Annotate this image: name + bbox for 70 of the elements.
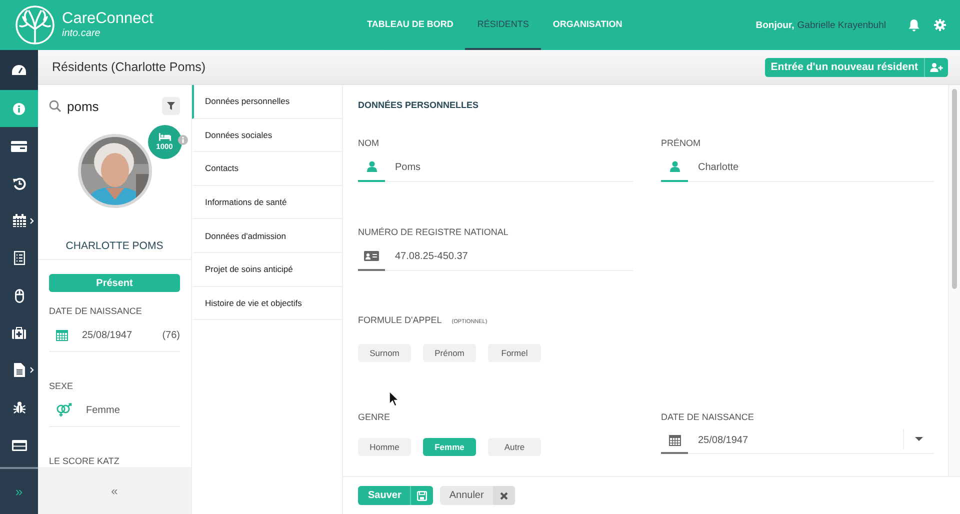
option-button[interactable]: Surnom xyxy=(358,344,411,362)
search-field[interactable]: poms xyxy=(67,98,147,114)
close-icon xyxy=(500,492,508,500)
save-icon xyxy=(417,490,428,500)
resident-name: CHARLOTTE POMS xyxy=(64,240,164,252)
medical-kit-icon xyxy=(12,327,26,340)
field-label: GENRE xyxy=(358,412,392,422)
field-value: 25/08/1947 xyxy=(82,330,132,340)
section-tab[interactable]: Informations de santé xyxy=(192,186,342,220)
gender-icon xyxy=(56,403,72,417)
mouse-icon xyxy=(14,288,24,303)
option-button[interactable]: Homme xyxy=(358,438,411,456)
document-icon xyxy=(14,363,24,378)
expand-button[interactable]: » xyxy=(0,469,38,514)
section-title: DONNÉES PERSONNELLES xyxy=(358,100,480,110)
person-icon xyxy=(366,161,376,172)
logo-icon xyxy=(15,5,55,45)
cursor-icon xyxy=(389,391,399,407)
field-label: NOM xyxy=(358,138,380,148)
panel-icon xyxy=(12,440,26,451)
calendar-icon xyxy=(56,329,68,341)
section-tab[interactable]: Projet de soins anticipé xyxy=(192,252,342,287)
option-button[interactable]: Autre xyxy=(488,438,541,456)
filter-button[interactable] xyxy=(162,97,180,115)
history-icon xyxy=(12,176,26,190)
gauge-icon xyxy=(12,65,26,75)
option-button[interactable]: Formel xyxy=(488,344,541,362)
info-icon[interactable] xyxy=(178,135,188,145)
option-button[interactable]: Prénom xyxy=(423,344,476,362)
age-text: (76) xyxy=(162,330,180,340)
id-card-icon xyxy=(364,250,379,260)
brand-name: CareConnect xyxy=(62,11,154,27)
checklist-icon xyxy=(14,251,24,266)
field-label: FORMULE D'APPEL xyxy=(358,315,442,325)
caret-icon xyxy=(915,437,923,441)
chevron-right-icon xyxy=(30,218,34,224)
field-label: LE SCORE KATZ xyxy=(49,456,120,466)
chevron-right-icon xyxy=(30,367,34,374)
bed-icon xyxy=(158,133,170,141)
field-label: PRÉNOM xyxy=(661,138,702,148)
filter-icon xyxy=(167,102,175,110)
field-label: DATE DE NAISSANCE xyxy=(49,306,143,316)
section-tab[interactable]: Données personnelles xyxy=(192,85,342,119)
bug-icon xyxy=(12,401,26,414)
add-user-icon xyxy=(930,62,943,72)
cancel-button[interactable]: Annuler xyxy=(440,486,515,505)
user-name[interactable]: Gabrielle Krayenbuhl xyxy=(797,20,886,30)
person-icon xyxy=(670,161,680,172)
calendar-icon xyxy=(12,214,26,228)
field-label: SEXE xyxy=(49,381,74,391)
text-field[interactable]: 47.08.25-450.37 xyxy=(358,242,633,271)
field-label: DATE DE NAISSANCE xyxy=(661,412,755,422)
section-tab[interactable]: Données d'admission xyxy=(192,219,342,253)
date-field[interactable]: 25/08/1947 xyxy=(661,427,934,454)
brand-tagline: into.care xyxy=(62,28,102,39)
search-icon xyxy=(49,100,61,112)
page-title: Résidents (Charlotte Poms) xyxy=(52,60,206,74)
text-field[interactable]: Poms xyxy=(358,153,633,182)
card-icon xyxy=(11,140,27,152)
field-label: NUMÉRO DE REGISTRE NATIONAL xyxy=(358,227,510,237)
text-field[interactable]: Charlotte xyxy=(661,153,934,182)
section-tab[interactable]: Histoire de vie et objectifs xyxy=(192,286,342,320)
calendar-icon xyxy=(668,434,680,446)
info-icon xyxy=(13,102,25,115)
section-tab[interactable]: Contacts xyxy=(192,152,342,186)
greeting: Bonjour, xyxy=(756,20,794,30)
section-tab[interactable]: Données sociales xyxy=(192,118,342,152)
field-value: Femme xyxy=(86,404,120,416)
scrollbar[interactable] xyxy=(948,85,960,476)
collapse-button[interactable]: « xyxy=(38,467,191,514)
